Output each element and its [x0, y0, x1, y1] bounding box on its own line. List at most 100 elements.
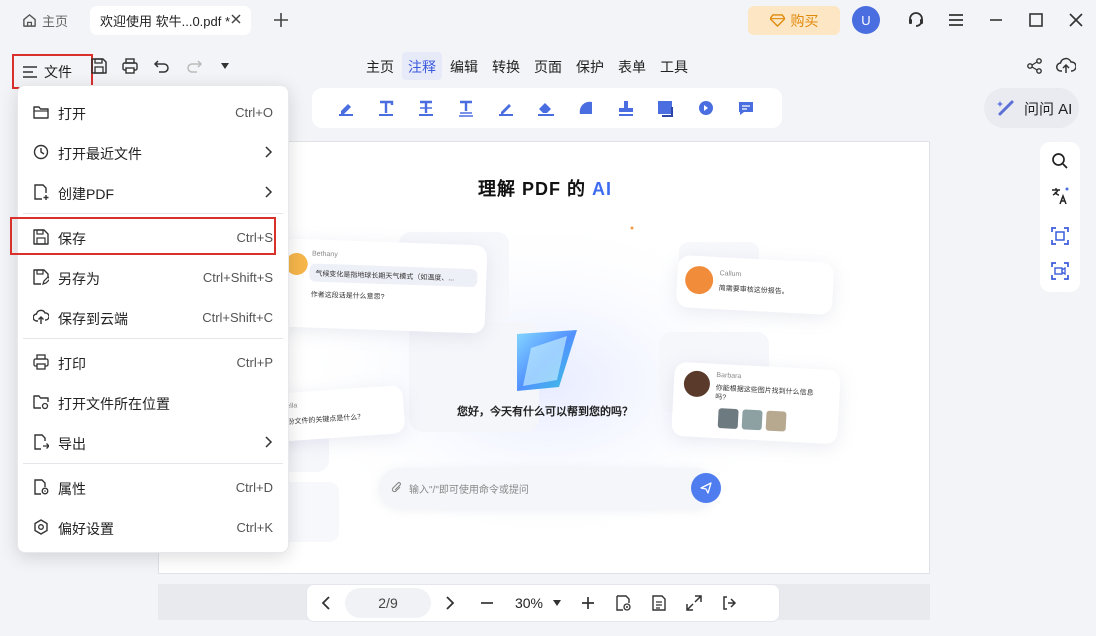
screen-record-icon[interactable] — [1050, 261, 1070, 281]
share-icon[interactable] — [1026, 57, 1044, 75]
menu-item-open[interactable]: 打开 Ctrl+O — [18, 93, 288, 131]
tab-convert[interactable]: 转换 — [486, 52, 526, 80]
menu-item-shortcut: Ctrl+P — [236, 355, 273, 370]
page-number-input[interactable]: 2/9 — [345, 588, 431, 618]
eraser-icon[interactable] — [526, 96, 566, 120]
menu-item-open-file-location[interactable]: 打开文件所在位置 — [18, 383, 288, 421]
buy-label: 购买 — [790, 12, 819, 29]
page-title-ai: AI — [592, 179, 612, 199]
new-tab-icon[interactable] — [270, 9, 292, 31]
menu-item-preferences[interactable]: 偏好设置 Ctrl+K — [18, 508, 288, 546]
menu-item-print[interactable]: 打印 Ctrl+P — [18, 343, 288, 381]
menu-divider — [23, 463, 283, 464]
cloud-upload-icon[interactable] — [1056, 56, 1076, 76]
tab-page[interactable]: 页面 — [528, 52, 568, 80]
page-layout-icon[interactable] — [641, 594, 677, 612]
minimize-icon[interactable] — [986, 10, 1006, 30]
menu-item-properties[interactable]: 属性 Ctrl+D — [18, 468, 288, 506]
stamp-icon[interactable] — [606, 96, 646, 120]
folder-open-icon — [33, 104, 49, 120]
area-icon[interactable] — [646, 96, 686, 120]
menu-item-label: 打开文件所在位置 — [58, 396, 170, 412]
ask-ai-label: 问问 AI — [1024, 100, 1073, 118]
tab-home[interactable]: 主页 — [14, 7, 80, 34]
menu-item-label: 偏好设置 — [58, 521, 114, 537]
undo-icon[interactable] — [153, 57, 171, 75]
chevron-right-icon — [261, 434, 275, 450]
tab-form[interactable]: 表单 — [612, 52, 652, 80]
menu-item-recent-files[interactable]: 打开最近文件 — [18, 133, 288, 171]
menu-item-create-pdf[interactable]: 创建PDF — [18, 173, 288, 211]
fit-screen-icon[interactable] — [677, 594, 711, 612]
redo-icon[interactable] — [185, 57, 203, 75]
tab-home-label: 主页 — [42, 14, 69, 29]
tab-document[interactable]: 欢迎使用 软牛...0.pdf * — [90, 6, 251, 35]
support-headset-icon[interactable] — [906, 10, 926, 30]
zoom-select[interactable]: 30% — [505, 595, 571, 611]
file-menu-button[interactable]: 文件 — [12, 54, 93, 89]
menu-item-label: 打印 — [58, 356, 86, 372]
quick-access-dropdown-icon[interactable] — [220, 62, 230, 70]
hamburger-menu-icon[interactable] — [946, 10, 966, 30]
strikethrough-icon[interactable] — [406, 96, 446, 120]
comment-icon[interactable] — [726, 96, 766, 120]
tab-home-ribbon[interactable]: 主页 — [360, 52, 400, 80]
tab-annotate[interactable]: 注释 — [402, 52, 442, 80]
close-window-icon[interactable] — [1066, 10, 1086, 30]
send-icon[interactable] — [691, 473, 721, 503]
save-as-icon — [33, 269, 49, 285]
properties-icon — [33, 479, 49, 495]
menu-item-save-to-cloud[interactable]: 保存到云端 Ctrl+Shift+C — [18, 298, 288, 336]
pencil-icon[interactable] — [486, 96, 526, 120]
save-icon[interactable] — [90, 57, 108, 75]
menu-item-shortcut: Ctrl+K — [236, 520, 273, 535]
search-icon[interactable] — [1050, 151, 1070, 171]
ai-prompt-input[interactable]: 输入"/"即可使用命令或提问 — [379, 468, 721, 508]
export-icon — [33, 434, 49, 450]
save-highlight-box — [10, 217, 276, 255]
ribbon-tabs: 主页 注释 编辑 转换 页面 保护 表单 工具 — [360, 52, 696, 80]
tab-tools[interactable]: 工具 — [654, 52, 694, 80]
ask-ai-button[interactable]: 问问 AI — [984, 88, 1079, 128]
tab-document-label: 欢迎使用 软牛...0.pdf * — [100, 14, 231, 29]
cloud-upload-icon — [33, 309, 49, 325]
chat-bubble-bethany: Bethany 气候变化是指地球长期天气模式（如温度、... 作者这段话是什么意… — [279, 238, 488, 334]
page-navigation-bar: 2/9 30% — [306, 584, 780, 622]
zoom-in-icon[interactable] — [571, 595, 605, 611]
user-avatar[interactable]: U — [852, 6, 880, 34]
tab-edit[interactable]: 编辑 — [444, 52, 484, 80]
next-page-icon[interactable] — [431, 595, 469, 611]
zoom-out-icon[interactable] — [469, 595, 505, 611]
fullscreen-exit-icon[interactable] — [711, 594, 749, 612]
print-icon[interactable] — [121, 57, 139, 75]
file-location-icon — [33, 394, 49, 410]
menu-item-export[interactable]: 导出 — [18, 423, 288, 461]
menu-item-shortcut: Ctrl+Shift+S — [202, 270, 273, 285]
menu-item-shortcut: Ctrl+Shift+C — [202, 310, 273, 325]
menu-divider — [23, 338, 283, 339]
bubble-text: 简需要审核这份报告。 — [718, 285, 789, 296]
highlight-icon[interactable] — [326, 96, 366, 120]
translate-icon[interactable] — [1050, 186, 1070, 206]
right-side-panel — [1040, 142, 1080, 292]
maximize-icon[interactable] — [1026, 10, 1046, 30]
settings-icon — [33, 519, 49, 535]
clock-icon — [33, 144, 49, 160]
zoom-dropdown-icon — [553, 600, 562, 606]
buy-button[interactable]: 购买 — [748, 6, 840, 35]
paperclip-icon[interactable] — [391, 482, 403, 494]
prev-page-icon[interactable] — [307, 595, 345, 611]
attachment-icon[interactable] — [686, 96, 726, 120]
page-indicator: 2/9 — [378, 595, 398, 611]
menu-item-label: 保存到云端 — [58, 311, 128, 327]
ocr-scan-icon[interactable] — [1050, 226, 1070, 246]
print-icon — [33, 354, 49, 370]
close-tab-icon[interactable] — [229, 12, 243, 26]
shape-icon[interactable] — [566, 96, 606, 120]
text-icon[interactable] — [366, 96, 406, 120]
menu-item-label: 导出 — [58, 436, 86, 452]
read-mode-icon[interactable] — [605, 594, 641, 612]
underline-icon[interactable] — [446, 96, 486, 120]
tab-protect[interactable]: 保护 — [570, 52, 610, 80]
menu-item-save-as[interactable]: 另存为 Ctrl+Shift+S — [18, 258, 288, 296]
